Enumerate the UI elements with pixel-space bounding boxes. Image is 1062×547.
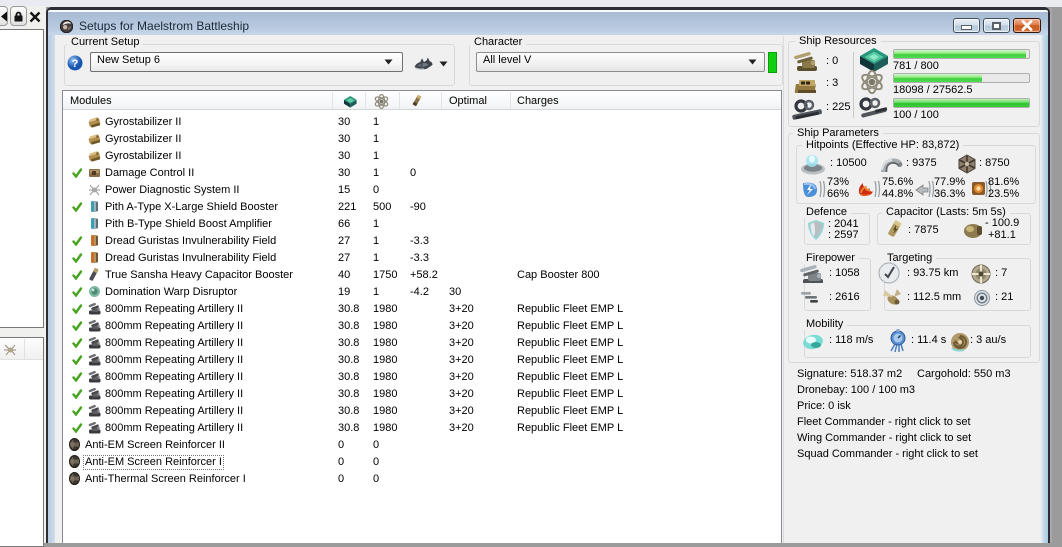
svg-text:?: ? — [72, 58, 79, 70]
